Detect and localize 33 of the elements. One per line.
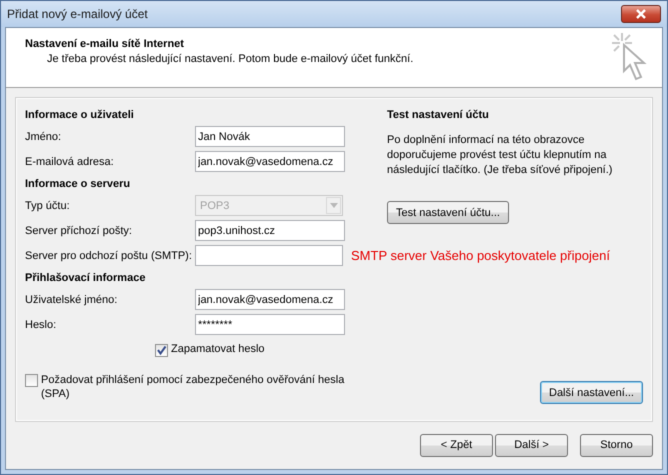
dropdown-arrow-icon [330, 203, 338, 208]
input-field[interactable]: ******** [195, 314, 345, 335]
wizard-button[interactable]: Další > [495, 434, 568, 456]
spa-checkbox[interactable]: Požadovat přihlášení pomocí zabezpečeného ověřování hesla (SPA) [25, 373, 355, 401]
field-label: Heslo: [25, 318, 58, 330]
test-description: Po doplnění informací na této obrazovce doporučujeme provést test účtu klepnutím na následující tlačítko. (Je třeba síťové připojení.) [387, 133, 614, 178]
input-field[interactable]: jan.novak@vasedomena.cz [195, 151, 345, 172]
input-field[interactable]: jan.novak@vasedomena.cz [195, 289, 345, 310]
field-label: E-mailová adresa: [25, 156, 115, 168]
field-label: Uživatelské jméno: [25, 294, 118, 306]
remember-password-checkbox[interactable]: Zapamatovat heslo [155, 343, 265, 357]
section-heading: Informace o serveru [25, 177, 132, 192]
input-field[interactable]: Jan Novák [195, 126, 345, 147]
wizard-button[interactable]: < Zpět [420, 434, 493, 456]
section-heading: Přihlašovací informace [25, 271, 146, 286]
checkmark-icon [156, 345, 167, 356]
annotation-text: SMTP server Vašeho poskytovatele připojení [351, 248, 610, 263]
field-label: Typ účtu: [25, 200, 71, 212]
input-field[interactable]: pop3.unihost.cz [195, 220, 345, 241]
field-label: Server pro odchozí poštu (SMTP): [25, 250, 193, 262]
more-settings-button[interactable]: Další nastavení... [540, 381, 643, 404]
header-title: Nastavení e-mailu sítě Internet [25, 38, 185, 50]
close-icon [635, 9, 647, 19]
section-heading: Informace o uživateli [25, 108, 135, 123]
wizard-button[interactable]: Storno [580, 434, 653, 456]
field-label: Server příchozí pošty: [25, 224, 133, 236]
field-label: Jméno: [25, 130, 62, 142]
section-heading: Test nastavení účtu [387, 108, 490, 123]
header-subtitle: Je třeba provést následující nastavení. Potom bude e-mailový účet funkční. [46, 53, 414, 65]
input-field[interactable] [195, 245, 343, 266]
test-account-button[interactable]: Test nastavení účtu... [387, 201, 509, 224]
window-title: Přidat nový e-mailový účet [7, 7, 148, 21]
close-button[interactable] [621, 5, 661, 23]
